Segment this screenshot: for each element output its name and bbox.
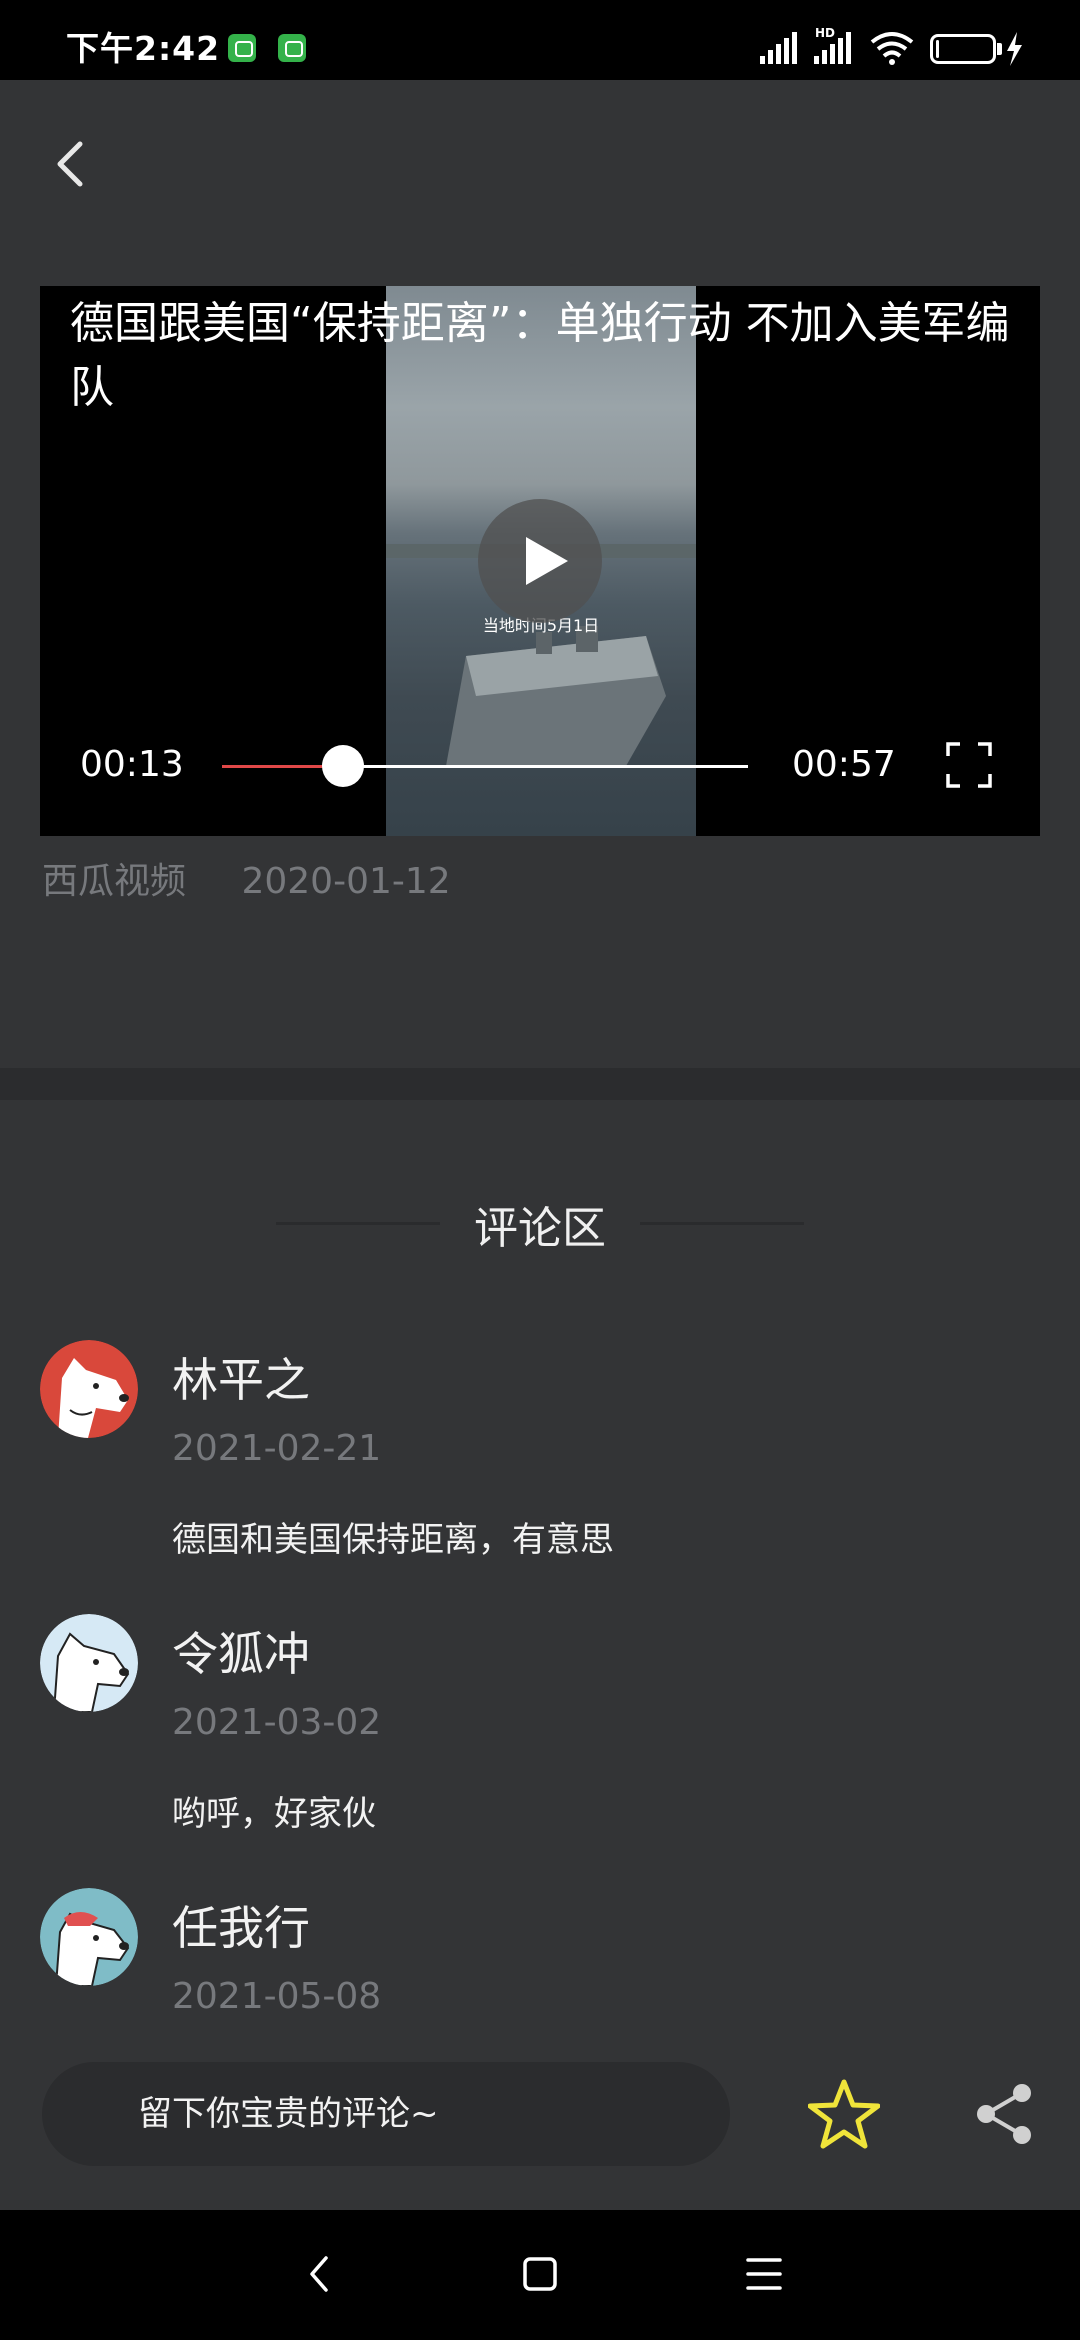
battery-icon: 6 xyxy=(930,34,996,64)
comment-text: 哟呼，好家伙 xyxy=(172,1794,376,1834)
avatar[interactable] xyxy=(40,1888,138,1986)
share-icon[interactable] xyxy=(974,2082,1036,2146)
comment-text: 德国和美国保持距离，有意思 xyxy=(172,1520,614,1560)
comment-date: 2021-03-02 xyxy=(172,1702,382,1743)
battery-cap xyxy=(997,43,1002,55)
duration-time: 00:57 xyxy=(792,744,896,785)
wifi-icon xyxy=(870,32,914,65)
seek-bar[interactable] xyxy=(222,745,748,787)
nav-back-icon[interactable] xyxy=(296,2250,344,2298)
comment-item: 令狐冲 2021-03-02 哟呼，好家伙 xyxy=(40,1614,1040,1874)
comment-author: 任我行 xyxy=(172,1901,310,1955)
comments-section-title: 评论区 xyxy=(474,1203,606,1254)
video-source: 西瓜视频 xyxy=(42,861,187,902)
nav-menu-icon[interactable] xyxy=(740,2250,788,2298)
system-nav-bar xyxy=(0,2210,1080,2340)
aircraft-carrier-image xyxy=(446,626,666,766)
seek-thumb[interactable] xyxy=(321,745,364,787)
comment-input[interactable] xyxy=(42,2062,730,2166)
comment-date: 2021-05-08 xyxy=(172,1976,382,2017)
avatar[interactable] xyxy=(40,1340,138,1438)
comment-author: 令狐冲 xyxy=(172,1627,310,1681)
video-meta: 西瓜视频 2020-01-12 xyxy=(42,852,495,904)
comment-item: 林平之 2021-02-21 德国和美国保持距离，有意思 xyxy=(40,1340,1040,1600)
star-icon[interactable] xyxy=(808,2078,880,2150)
app-notification-icon xyxy=(228,34,256,62)
video-player[interactable]: 当地时间5月1日 德国跟美国“保持距离”：单独行动 不加入美军编队 00:13 … xyxy=(40,286,1040,836)
current-time: 00:13 xyxy=(80,744,184,785)
fullscreen-icon[interactable] xyxy=(946,742,992,788)
avatar[interactable] xyxy=(40,1614,138,1712)
app-notification-icon xyxy=(278,34,306,62)
battery-level: 6 xyxy=(956,37,970,61)
cell-signal-icon xyxy=(760,32,797,64)
status-bar: 下午2:42 HD 6 xyxy=(0,0,1080,80)
section-divider xyxy=(0,1068,1080,1100)
video-date: 2020-01-12 xyxy=(241,861,451,902)
section-title-line-right xyxy=(640,1222,804,1225)
charging-icon xyxy=(1007,32,1022,66)
video-title: 德国跟美国“保持距离”：单独行动 不加入美军编队 xyxy=(70,298,1010,413)
comment-date: 2021-02-21 xyxy=(172,1428,382,1469)
play-button[interactable] xyxy=(478,499,602,623)
status-time: 下午2:42 xyxy=(66,29,221,68)
back-button[interactable] xyxy=(44,130,104,200)
cell-signal-icon xyxy=(814,32,851,64)
nav-home-icon[interactable] xyxy=(516,2250,564,2298)
comment-author: 林平之 xyxy=(172,1353,310,1407)
